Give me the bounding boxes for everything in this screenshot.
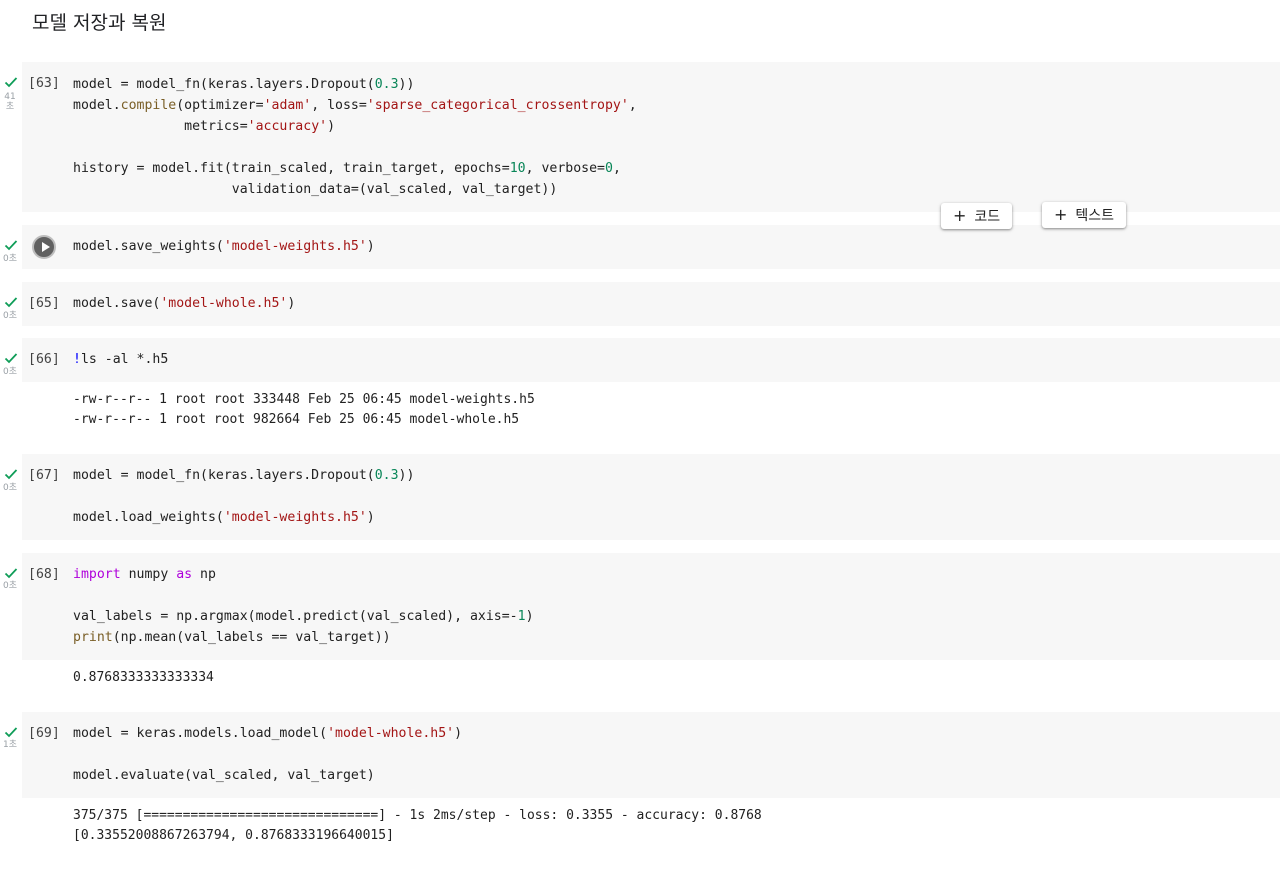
execution-time: 0초 [2,581,17,591]
execution-count: [66] [28,352,60,367]
cell-output: 375/375 [==============================]… [73,806,762,846]
code-line: !ls -al *.h5 [73,352,169,367]
code-line: val_labels = np.argmax(model.predict(val… [73,609,534,624]
check-icon [4,469,18,480]
code-cell[interactable]: 0초 [67] model = model_fn(keras.layers.Dr… [0,454,1280,540]
run-cell-button[interactable] [32,235,56,259]
code-cell[interactable]: 0초 [66] !ls -al *.h5 -rw-r--r-- 1 root r… [0,338,1280,438]
cell-output: 0.8768333333333334 [73,668,214,688]
output-line: -rw-r--r-- 1 root root 982664 Feb 25 06:… [73,412,520,427]
code-text[interactable]: model = model_fn(keras.layers.Dropout(0.… [73,74,637,200]
code-line: print(np.mean(val_labels == val_target)) [73,630,391,645]
code-line: model = model_fn(keras.layers.Dropout(0.… [73,77,415,92]
code-line: model.save('model-whole.h5') [73,296,296,311]
code-text[interactable]: import numpy as np val_labels = np.argma… [73,564,534,648]
code-text[interactable]: !ls -al *.h5 [73,349,168,370]
execution-count: [65] [28,296,60,311]
code-line: validation_data=(val_scaled, val_target)… [73,182,558,197]
add-code-button[interactable]: + 코드 [941,203,1013,229]
code-text[interactable]: model.save_weights('model-weights.h5') [73,236,375,257]
code-cell[interactable]: 0초 model.save_weights('model-weights.h5'… [0,225,1280,269]
output-line: 0.8768333333333334 [73,670,214,685]
execution-time: 1초 [2,740,17,750]
code-cell[interactable]: 41 초 [63] model = model_fn(keras.layers.… [0,62,1280,212]
code-text[interactable]: model = model_fn(keras.layers.Dropout(0.… [73,465,414,528]
section-heading: 모델 저장과 복원 [32,12,167,34]
code-line: model.evaluate(val_scaled, val_target) [73,768,375,783]
code-line: metrics='accuracy') [73,119,336,134]
execution-count: [68] [28,567,60,582]
execution-time: 0초 [2,254,17,264]
output-line: [0.33552008867263794, 0.8768333196640015… [73,828,394,843]
code-cell[interactable]: 1초 [69] model = keras.models.load_model(… [0,712,1280,862]
code-text[interactable]: model.save('model-whole.h5') [73,293,295,314]
add-code-label: 코드 [974,209,1001,225]
plus-icon: + [1054,205,1068,224]
check-icon [4,77,18,88]
cell-output: -rw-r--r-- 1 root root 333448 Feb 25 06:… [73,390,535,430]
check-icon [4,727,18,738]
output-line: 375/375 [==============================]… [73,808,762,823]
check-icon [4,353,18,364]
code-line: model.load_weights('model-weights.h5') [73,510,375,525]
code-line: model.compile(optimizer='adam', loss='sp… [73,98,637,113]
check-icon [4,240,18,251]
code-line: history = model.fit(train_scaled, train_… [73,161,621,176]
code-cell[interactable]: 0초 [65] model.save('model-whole.h5') [0,282,1280,326]
code-line: import numpy as np [73,567,216,582]
check-icon [4,568,18,579]
plus-icon: + [953,206,967,225]
code-text[interactable]: model = keras.models.load_model('model-w… [73,723,462,786]
code-line: model = model_fn(keras.layers.Dropout(0.… [73,468,415,483]
code-editor[interactable] [22,338,1280,382]
add-text-label: 텍스트 [1075,208,1115,224]
check-icon [4,297,18,308]
code-line: model = keras.models.load_model('model-w… [73,726,463,741]
execution-count: [69] [28,726,60,741]
execution-time: 0초 [2,483,17,493]
output-line: -rw-r--r-- 1 root root 333448 Feb 25 06:… [73,392,535,407]
code-line: model.save_weights('model-weights.h5') [73,239,375,254]
execution-time: 0초 [2,367,17,377]
execution-time: 41 초 [4,92,16,112]
execution-time: 0초 [2,311,17,321]
execution-count: [63] [28,76,60,91]
add-text-button[interactable]: + 텍스트 [1042,202,1127,228]
execution-count: [67] [28,468,60,483]
code-cell[interactable]: 0초 [68] import numpy as np val_labels = … [0,553,1280,693]
